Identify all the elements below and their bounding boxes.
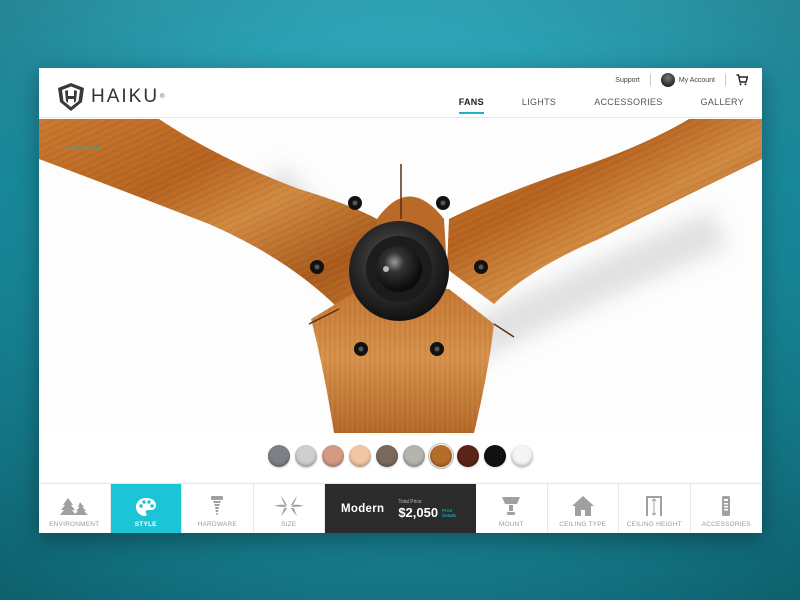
environment-button[interactable]: ENVIRONMENT (39, 484, 111, 533)
hardware-button[interactable]: HARDWARE (182, 484, 254, 533)
divider (649, 74, 651, 86)
fan-illustration (39, 119, 762, 433)
environment-label: ENVIRONMENT (49, 521, 100, 528)
swatch-black[interactable] (484, 445, 506, 467)
support-link[interactable]: Support (615, 77, 640, 84)
size-button[interactable]: SIZE (254, 484, 325, 533)
size-label: SIZE (281, 521, 297, 528)
ceiling-height-icon (646, 496, 663, 516)
divider (725, 74, 726, 86)
ceiling-height-button[interactable]: CEILING HEIGHT (619, 484, 691, 533)
ceiling-height-label: CEILING HEIGHT (626, 521, 682, 528)
hardware-label: HARDWARE (197, 521, 237, 528)
nav-accessories[interactable]: ACCESSORIES (594, 97, 662, 111)
ceiling-type-label: CEILING TYPE (559, 521, 607, 528)
price-row: $2,050 Price Details (398, 505, 460, 520)
price-box: Total Price $2,050 Price Details (398, 499, 460, 520)
mount-icon (502, 497, 521, 515)
registered-mark: ® (160, 94, 165, 100)
palette-icon (135, 498, 156, 516)
brand-logo[interactable]: HAIKU ® (55, 82, 165, 112)
account-link[interactable]: My Account (679, 77, 715, 84)
ceiling-type-button[interactable]: CEILING TYPE (548, 484, 619, 533)
fan-size-icon (273, 496, 304, 516)
remote-icon (722, 496, 731, 516)
utility-bar: Support My Account (615, 72, 748, 88)
swatch-graphite[interactable] (268, 445, 290, 467)
swatch-white[interactable] (511, 445, 533, 467)
trees-icon (60, 498, 89, 515)
configurator-toolbar: ENVIRONMENT STYLE HARDWARE SIZE Modern T… (39, 483, 762, 533)
accessories-button[interactable]: ACCESSORIES (691, 484, 763, 533)
nav-gallery[interactable]: GALLERY (701, 97, 744, 111)
screw-icon (211, 496, 224, 516)
swatch-silver[interactable] (295, 445, 317, 467)
cart-icon[interactable] (736, 74, 748, 86)
swatch-bronze[interactable] (376, 445, 398, 467)
haiku-shield-icon (58, 83, 84, 111)
fan-preview: ‹ Change Model (39, 119, 762, 433)
brand-wordmark: HAIKU (91, 86, 160, 107)
price-summary: Modern Total Price $2,050 Price Details (325, 484, 476, 533)
swatch-nickel[interactable] (403, 445, 425, 467)
site-header: HAIKU ® Support My Account FANS LIGHTS A… (39, 68, 762, 118)
swatch-cocoa[interactable] (457, 445, 479, 467)
nav-lights[interactable]: LIGHTS (522, 97, 556, 111)
price-details-link[interactable]: Price Details (442, 508, 460, 518)
style-label: STYLE (134, 521, 157, 528)
finish-swatches (39, 443, 762, 469)
main-nav: FANS LIGHTS ACCESSORIES GALLERY (421, 97, 744, 114)
accessories-label: ACCESSORIES (701, 521, 751, 528)
nav-fans[interactable]: FANS (458, 97, 485, 114)
mount-button[interactable]: MOUNT (476, 484, 548, 533)
swatch-bamboo[interactable] (428, 443, 454, 469)
style-button[interactable]: STYLE (110, 484, 182, 533)
change-model-link[interactable]: ‹ Change Model (59, 146, 102, 152)
house-icon (571, 496, 594, 516)
configurator-window: HAIKU ® Support My Account FANS LIGHTS A… (39, 68, 762, 533)
mount-label: MOUNT (498, 521, 524, 528)
swatch-copper[interactable] (322, 445, 344, 467)
swatch-blush[interactable] (349, 445, 371, 467)
selected-style-name: Modern (341, 503, 385, 515)
total-price-value: $2,050 (398, 504, 439, 520)
avatar[interactable] (660, 73, 675, 87)
